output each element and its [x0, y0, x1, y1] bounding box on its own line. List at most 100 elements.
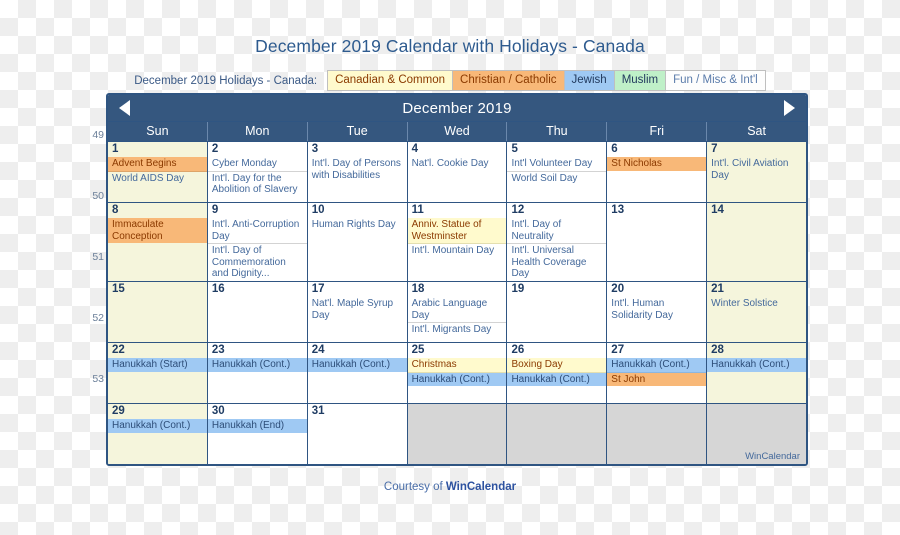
holiday-entry[interactable]: St Nicholas	[607, 157, 707, 171]
day-number: 27	[611, 343, 625, 356]
holiday-entry[interactable]: Nat'l. Maple Syrup Day	[308, 297, 407, 322]
calendar-day-cell[interactable]: 7 Int'l. Civil Aviation Day	[707, 142, 806, 202]
month-title: December 2019	[402, 99, 512, 117]
calendar-day-cell[interactable]: 12 Int'l. Day of Neutrality Int'l. Univers…	[507, 203, 608, 281]
calendar-day-cell[interactable]: 2 Cyber Monday Int'l. Day for the Abolitio…	[207, 142, 308, 202]
month-navigation-bar: December 2019	[108, 95, 806, 121]
legend-chip-muslim[interactable]: Muslim	[613, 70, 666, 91]
holiday-entry[interactable]: Int'l. Anti-Corruption Day	[207, 218, 307, 245]
holiday-entry[interactable]: Anniv. Statue of Westminster	[407, 218, 507, 245]
calendar-day-cell[interactable]: 24 Hanukkah (Cont.)	[307, 342, 408, 403]
holiday-entry[interactable]: Cyber Monday	[207, 157, 307, 172]
holiday-entry[interactable]: Hanukkah (Cont.)	[707, 357, 806, 372]
holiday-entry[interactable]: Hanukkah (Cont.)	[607, 357, 707, 373]
calendar-day-cell[interactable]: 13	[607, 203, 708, 281]
calendar-day-cell[interactable]: 18 Arabic Language Day Int'l. Migrants Day	[407, 281, 508, 342]
holiday-entry[interactable]: Hanukkah (Cont.)	[407, 372, 507, 387]
holiday-entry[interactable]: Int'l. Human Solidarity Day	[607, 297, 706, 322]
calendar-day-cell[interactable]: 25 Christmas Hanukkah (Cont.)	[407, 342, 508, 403]
calendar-day-cell[interactable]: 14	[707, 203, 806, 281]
holiday-entry[interactable]: Arabic Language Day	[407, 297, 507, 324]
calendar-day-cell[interactable]: 17 Nat'l. Maple Syrup Day	[307, 281, 408, 342]
day-number: 8	[112, 204, 119, 216]
holiday-entry[interactable]: Int'l. Civil Aviation Day	[707, 157, 806, 182]
triangle-right-icon[interactable]	[784, 100, 795, 116]
holiday-entry[interactable]: Int'l. Day for the Abolition of Slavery	[208, 172, 307, 197]
calendar-week-row: 15 16 17 Nat'l. Maple Syrup Day 18 Arabic Lan…	[108, 280, 806, 342]
calendar-day-cell[interactable]: 26 Boxing Day Hanukkah (Cont.)	[507, 342, 608, 403]
calendar-day-cell[interactable]: 22 Hanukkah (Start)	[108, 342, 208, 403]
calendar-day-cell[interactable]: 23 Hanukkah (Cont.)	[207, 342, 308, 403]
calendar-day-cell[interactable]: 28 Hanukkah (Cont.)	[707, 342, 806, 403]
day-header-sun: Sun	[108, 122, 208, 141]
day-number: 29	[112, 404, 125, 417]
calendar-day-cell[interactable]: 31	[307, 403, 408, 464]
holiday-entry[interactable]: Hanukkah (Start)	[108, 357, 207, 372]
holiday-entry[interactable]: Int'l. Universal Health Coverage Day	[507, 244, 606, 281]
holiday-entry[interactable]: Int'l. Mountain Day	[408, 244, 507, 258]
holiday-entry[interactable]: Hanukkah (Cont.)	[307, 357, 407, 372]
calendar-day-cell[interactable]: 8 Immaculate Conception	[108, 203, 208, 281]
day-number: 15	[112, 282, 125, 295]
calendar-day-cell[interactable]: 30 Hanukkah (End)	[207, 403, 308, 464]
calendar-table: December 2019 Sun Mon Tue Wed Thu Fri Sat 1 Adv…	[106, 93, 808, 466]
week-number: 52	[92, 312, 104, 324]
calendar-day-cell[interactable]: 6 St Nicholas	[607, 142, 708, 202]
calendar-day-cell[interactable]: 9 Int'l. Anti-Corruption Day Int'l. Day of…	[207, 203, 308, 281]
holiday-entry[interactable]: Hanukkah (Cont.)	[507, 372, 607, 387]
calendar-day-cell[interactable]: 27 Hanukkah (Cont.) St John	[607, 342, 708, 403]
holiday-entry[interactable]: Hanukkah (End)	[207, 418, 307, 433]
day-number: 30	[211, 404, 225, 417]
calendar-day-cell[interactable]: 5 Int'l Volunteer Day World Soil Day	[507, 142, 608, 202]
calendar-day-cell[interactable]: 19	[507, 281, 608, 342]
holiday-entry[interactable]: Int'l. Day of Neutrality	[507, 218, 607, 245]
holiday-entry[interactable]: Hanukkah (Cont.)	[207, 357, 307, 372]
day-number: 7	[711, 143, 718, 155]
calendar-day-cell[interactable]: 29 Hanukkah (Cont.)	[108, 403, 208, 464]
calendar-day-cell[interactable]: 15	[108, 281, 208, 342]
holiday-entry[interactable]: Winter Solstice	[707, 297, 806, 311]
legend-chip-canadian[interactable]: Canadian & Common	[327, 70, 453, 91]
holiday-entry[interactable]: Int'l. Day of Persons with Disabilities	[308, 157, 407, 182]
day-number: 1	[112, 143, 119, 155]
holiday-entry[interactable]: Int'l. Migrants Day	[408, 323, 507, 337]
holiday-entry[interactable]: Hanukkah (Cont.)	[108, 418, 207, 433]
calendar-day-cell[interactable]: 10 Human Rights Day	[307, 203, 408, 281]
triangle-left-icon[interactable]	[119, 100, 130, 116]
footer-brand[interactable]: WinCalendar	[446, 481, 516, 493]
calendar-week-row: 1 Advent Begins World AIDS Day 2 Cyber Monda…	[108, 141, 806, 202]
day-number: 21	[711, 282, 724, 295]
calendar-cell-empty	[607, 403, 708, 464]
holiday-entry[interactable]: Nat'l. Cookie Day	[408, 157, 507, 171]
holiday-entry[interactable]: World AIDS Day	[108, 172, 207, 186]
calendar-day-cell[interactable]: 21 Winter Solstice	[707, 281, 806, 342]
calendar-day-cell[interactable]: 11 Anniv. Statue of Westminster Int'l. Mou…	[407, 203, 508, 281]
day-number: 17	[311, 282, 325, 295]
calendar-day-cell[interactable]: 16	[207, 281, 308, 342]
calendar-week-row: 29 Hanukkah (Cont.) 30 Hanukkah (End) 31	[108, 402, 806, 464]
legend-chip-jewish[interactable]: Jewish	[563, 70, 614, 91]
holiday-entry[interactable]: Immaculate Conception	[108, 218, 207, 244]
day-header-tue: Tue	[308, 122, 408, 141]
day-number: 4	[411, 143, 418, 155]
holiday-entry[interactable]: Boxing Day	[507, 357, 607, 373]
calendar-day-cell[interactable]: 4 Nat'l. Cookie Day	[407, 142, 508, 202]
calendar-day-cell[interactable]: 1 Advent Begins World AIDS Day	[108, 142, 208, 202]
legend-chip-christian[interactable]: Christian / Catholic	[452, 70, 564, 91]
calendar-day-cell[interactable]: 20 Int'l. Human Solidarity Day	[607, 281, 708, 342]
holiday-entry[interactable]: Int'l. Day of Commemoration and Dignity.…	[208, 244, 307, 281]
day-header-mon: Mon	[208, 122, 308, 141]
day-header-sat: Sat	[747, 124, 766, 138]
holiday-entry[interactable]: Christmas	[407, 357, 507, 373]
day-number: 31	[311, 404, 325, 417]
legend-chip-fun[interactable]: Fun / Misc & Int'l	[665, 70, 766, 91]
holiday-entry[interactable]: Int'l Volunteer Day	[507, 157, 607, 172]
calendar-week-row: 8 Immaculate Conception 9 Int'l. Anti-Corru…	[108, 202, 806, 281]
holiday-entry[interactable]: St John	[607, 372, 707, 387]
holiday-entry[interactable]: Advent Begins	[108, 157, 207, 172]
calendar-day-cell[interactable]: 3 Int'l. Day of Persons with Disabilities	[307, 142, 408, 202]
holiday-entry[interactable]: Human Rights Day	[308, 218, 407, 232]
holiday-entry[interactable]: World Soil Day	[507, 172, 606, 186]
footer-credit: Courtesy of WinCalendar	[0, 481, 900, 493]
day-header-fri: Fri	[607, 122, 708, 141]
